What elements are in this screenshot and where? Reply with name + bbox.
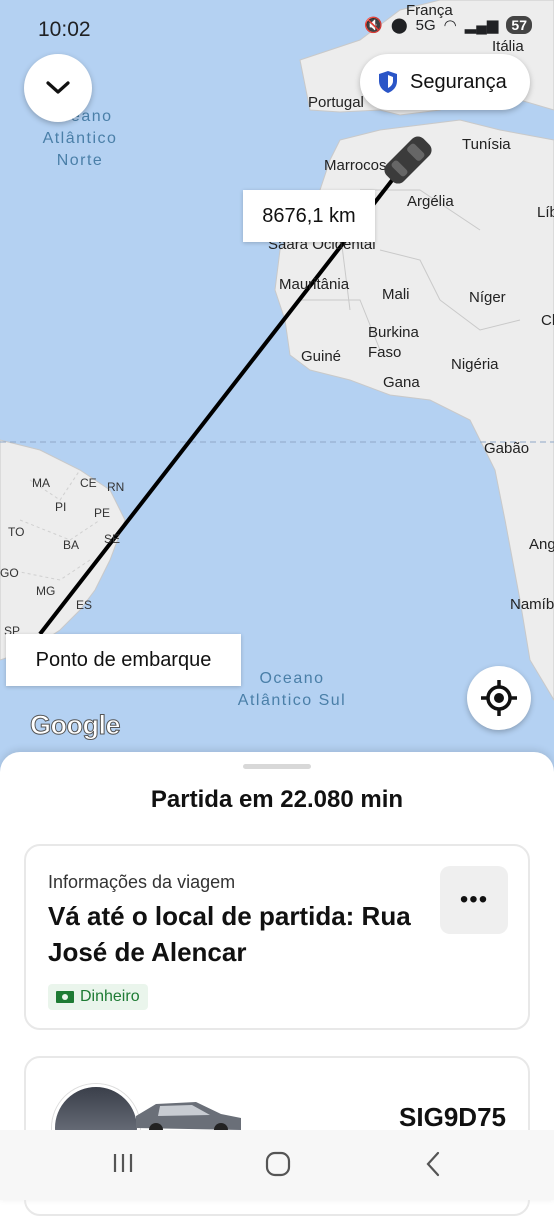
- more-options-button[interactable]: •••: [440, 866, 508, 934]
- map-label-mauritania: Mauritânia: [279, 276, 350, 293]
- map-label-tunisia: Tunísia: [462, 136, 511, 153]
- trip-info-label: Informações da viagem: [48, 872, 236, 892]
- back-icon[interactable]: [422, 1150, 444, 1178]
- shield-icon: [379, 71, 397, 93]
- map-label-nigeria: Nigéria: [451, 356, 499, 373]
- state-label: PE: [94, 506, 111, 520]
- trip-destination: Vá até o local de partida: Rua José de A…: [48, 901, 411, 967]
- map-label-italy: Itália: [492, 38, 524, 55]
- chevron-down-icon: [46, 81, 70, 94]
- state-label: MG: [36, 584, 56, 598]
- trip-info-card[interactable]: Informações da viagem Vá até o local de …: [24, 844, 530, 1030]
- status-bar: 10:02 🔇 ⬤ 5G ◠ ▂▄▆ 57: [0, 0, 554, 56]
- google-attribution: Google: [30, 710, 122, 741]
- map-label-portugal: Portugal: [308, 94, 364, 111]
- payment-method: Dinheiro: [80, 988, 140, 1005]
- mute-icon: 🔇: [364, 17, 383, 34]
- state-label: RN: [107, 480, 125, 494]
- state-label: BA: [63, 538, 80, 552]
- map-label-libya: Líbia: [537, 204, 554, 221]
- state-label: TO: [8, 525, 25, 539]
- safety-label: Segurança: [410, 70, 507, 93]
- map-label-france: França: [406, 2, 453, 19]
- map-label-burkina-faso: Burkina Faso: [368, 324, 419, 361]
- pickup-label: Ponto de embarque: [6, 634, 241, 686]
- state-label: GO: [0, 566, 19, 580]
- system-nav-bar: [0, 1130, 554, 1200]
- departure-title: Partida em 22.080 min: [150, 786, 404, 813]
- locate-button[interactable]: [467, 666, 531, 730]
- map-label-namibia: Namíbia: [510, 596, 554, 613]
- car-icon: [384, 136, 432, 184]
- map-label-ghana: Gana: [383, 374, 420, 391]
- safety-button[interactable]: Segurança: [360, 54, 530, 110]
- map-label-niger: Níger: [469, 289, 506, 306]
- signal-icon: ▂▄▆: [464, 17, 499, 34]
- status-time: 10:02: [38, 18, 91, 41]
- recent-apps-icon[interactable]: [110, 1150, 136, 1176]
- state-label: SE: [104, 532, 121, 546]
- map-label-mali: Mali: [382, 286, 410, 303]
- collapse-button[interactable]: [24, 54, 92, 122]
- map[interactable]: 10:02 🔇 ⬤ 5G ◠ ▂▄▆ 57 França Itália Port…: [0, 0, 554, 790]
- payment-badge: Dinheiro: [48, 984, 148, 1010]
- map-label-guinea: Guiné: [301, 348, 342, 365]
- ocean-label-south: Oceano Atlântico Sul: [237, 670, 347, 709]
- map-label-chad: Chade: [541, 312, 554, 329]
- license-plate: SIG9D75: [399, 1102, 506, 1132]
- map-label-algeria: Argélia: [407, 193, 454, 210]
- crosshair-icon: [481, 680, 517, 716]
- sheet-handle[interactable]: [243, 764, 311, 769]
- map-label-gabon: Gabão: [484, 440, 530, 457]
- distance-label: 8676,1 km: [243, 190, 375, 242]
- cash-icon: [56, 991, 74, 1003]
- home-icon[interactable]: [264, 1150, 292, 1178]
- state-label: MA: [32, 476, 50, 490]
- map-label-angola: Angola: [529, 536, 554, 553]
- network-icon: 5G: [415, 16, 436, 34]
- state-label: ES: [76, 598, 93, 612]
- state-label: PI: [55, 500, 67, 514]
- state-label: CE: [80, 476, 97, 490]
- battery-icon: 57: [506, 16, 532, 34]
